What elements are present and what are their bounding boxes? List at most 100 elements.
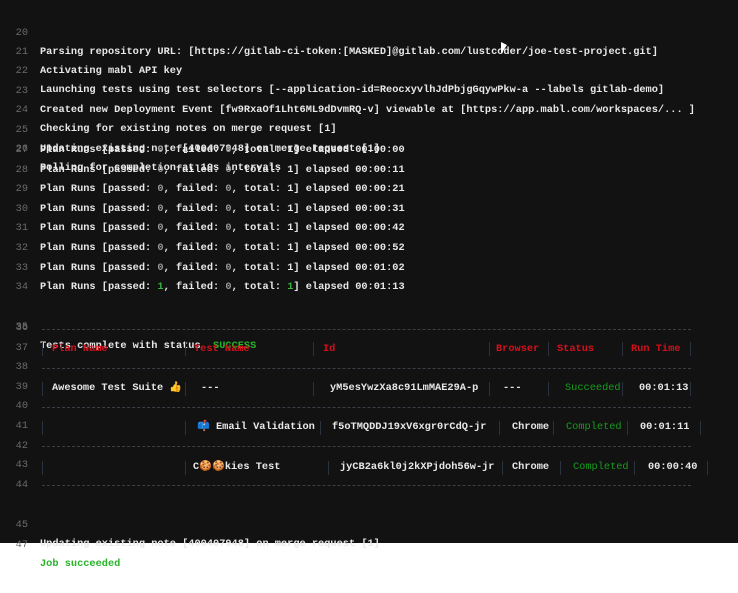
line-number: 40: [15, 400, 28, 413]
elapsed-time: 00:01:02: [355, 261, 405, 274]
column-separator: [185, 421, 186, 435]
column-header-id: Id: [323, 343, 336, 355]
plan-runs-label: Plan Runs [passed:: [40, 163, 158, 176]
job-log-panel: 20 Parsing repository URL: [https://gitl…: [0, 0, 738, 570]
table-cell-test: 📫 Email Validation: [197, 421, 315, 433]
log-line: 21 Activating mabl API key: [0, 24, 182, 77]
line-number: 44: [15, 478, 28, 491]
plan-runs-label: Plan Runs [passed:: [40, 144, 158, 156]
column-separator: [622, 382, 623, 396]
table-cell-browser: Chrome: [512, 421, 550, 433]
table-cell-browser: Chrome: [512, 461, 550, 473]
line-number: 42: [15, 439, 28, 452]
column-separator: [185, 342, 186, 356]
column-header-plan-name: Plan Name: [52, 343, 108, 355]
log-text: Activating mabl API key: [40, 65, 183, 77]
column-separator: [42, 382, 43, 396]
column-header-run-time: Run Time: [631, 343, 681, 355]
elapsed-label: ] elapsed: [293, 261, 356, 274]
elapsed-label: ] elapsed: [293, 144, 356, 156]
table-cell-test: C🍪🍪kies Test: [193, 461, 281, 473]
plan-runs-label: Plan Runs [passed:: [40, 281, 158, 294]
line-number: 33: [15, 261, 28, 274]
plan-runs-label: Plan Runs [passed:: [40, 261, 158, 274]
line-number: 29: [15, 183, 28, 196]
table-cell-status: Succeeded: [565, 382, 621, 394]
log-line: 22 Launching tests using test selectors …: [0, 43, 664, 96]
line-number: 38: [15, 361, 28, 374]
total-label: , total:: [231, 242, 288, 254]
column-separator: [502, 461, 503, 475]
elapsed-time: 00:00:21: [355, 183, 405, 196]
line-number: 27: [15, 144, 28, 156]
line-number: 37: [15, 341, 28, 354]
elapsed-label: ] elapsed: [293, 183, 356, 196]
column-separator: [700, 421, 701, 435]
failed-label: , failed:: [163, 144, 226, 156]
log-line: 26 Polling for completion at 10s interva…: [0, 121, 281, 174]
column-separator: [320, 421, 321, 435]
column-separator: [690, 342, 691, 356]
log-text: Checking for existing notes on merge req…: [40, 123, 337, 135]
elapsed-time: 00:00:11: [355, 163, 405, 176]
column-separator: [42, 342, 43, 356]
line-number: 39: [15, 380, 28, 393]
elapsed-label: ] elapsed: [293, 281, 356, 294]
table-cell-browser: ---: [503, 382, 522, 394]
failed-label: , failed:: [163, 202, 226, 215]
column-separator: [707, 461, 708, 475]
table-cell-time: 00:00:40: [648, 461, 698, 473]
plan-runs-label: Plan Runs [passed:: [40, 183, 158, 196]
table-cell-id: jyCB2a6kl0j2kXPjdoh56w-jr: [340, 461, 495, 473]
table-cell-time: 00:01:11: [640, 421, 690, 433]
column-header-status: Status: [557, 343, 595, 355]
column-separator: [560, 461, 561, 475]
column-header-test-name: Test Name: [194, 343, 250, 355]
table-divider: [42, 329, 691, 330]
plan-runs-label: Plan Runs [passed:: [40, 202, 158, 215]
log-line: 23 Created new Deployment Event [fw9RxaO…: [0, 63, 695, 116]
line-number: 30: [15, 202, 28, 215]
column-separator: [548, 382, 549, 396]
log-line: 20 Parsing repository URL: [https://gitl…: [0, 5, 658, 58]
elapsed-time: 00:00:00: [355, 144, 405, 156]
elapsed-label: ] elapsed: [293, 222, 356, 235]
table-divider: [42, 485, 691, 486]
table-divider: [42, 446, 691, 447]
failed-label: , failed:: [163, 242, 226, 254]
table-cell-id: f5oTMQDDJ19xV6xgr0rCdQ-jr: [332, 421, 487, 433]
line-number: 43: [15, 459, 28, 472]
plan-runs-label: Plan Runs [passed:: [40, 222, 158, 235]
column-separator: [622, 342, 623, 356]
total-label: , total:: [231, 222, 288, 235]
failed-label: , failed:: [163, 222, 226, 235]
failed-label: , failed:: [163, 183, 226, 196]
line-number: 36: [15, 322, 28, 334]
table-cell-time: 00:01:13: [639, 382, 689, 394]
elapsed-label: ] elapsed: [293, 163, 356, 176]
column-separator: [634, 461, 635, 475]
table-cell-plan: Awesome Test Suite 👍: [52, 382, 183, 394]
line-number: 34: [15, 281, 28, 294]
failed-label: , failed:: [163, 261, 226, 274]
column-separator: [690, 382, 691, 396]
total-label: , total:: [231, 183, 288, 196]
plan-runs-label: Plan Runs [passed:: [40, 242, 158, 254]
failed-label: , failed:: [163, 163, 226, 176]
total-label: , total:: [231, 261, 288, 274]
elapsed-label: ] elapsed: [293, 242, 356, 254]
table-divider: [42, 368, 691, 369]
job-succeeded-text: Job succeeded: [40, 558, 121, 570]
column-separator: [553, 421, 554, 435]
log-line: 45 Updating existing note [400407948] on…: [0, 497, 380, 550]
table-cell-id: yM5esYwzXa8c91LmMAE29A-p: [330, 382, 479, 394]
line-number: 41: [15, 420, 28, 432]
elapsed-time: 00:01:13: [355, 281, 405, 294]
log-text: Updating existing note [400407948] on me…: [40, 538, 380, 550]
column-separator: [548, 342, 549, 356]
mouse-cursor-icon: [501, 42, 507, 54]
log-text: Created new Deployment Event [fw9RxaOf1L…: [40, 104, 695, 116]
elapsed-time: 00:00:52: [355, 242, 405, 254]
log-line: 24 Checking for existing notes on merge …: [0, 82, 337, 135]
line-number: 31: [15, 222, 28, 235]
